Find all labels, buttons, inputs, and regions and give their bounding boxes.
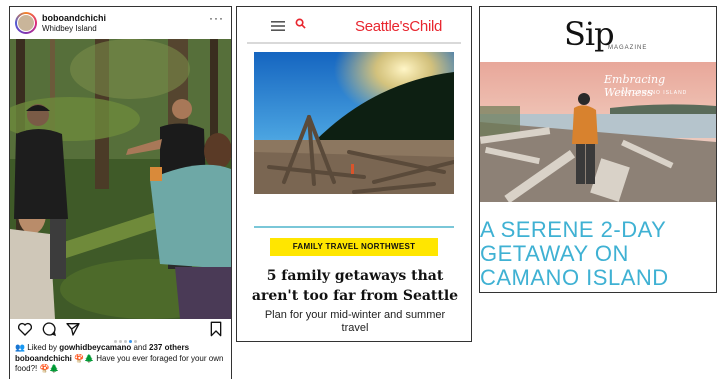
likes-count[interactable]: 237 others xyxy=(149,343,189,352)
section-divider xyxy=(254,226,454,228)
hamburger-menu-icon[interactable] xyxy=(271,21,285,31)
caption-username[interactable]: boboandchichi xyxy=(15,354,72,363)
post-caption: boboandchichi 🍄🌲 Have you ever foraged f… xyxy=(15,354,229,374)
bookmark-icon[interactable] xyxy=(209,321,223,337)
overlay-subtitle: ON CAMANO ISLAND xyxy=(621,90,688,96)
instagram-post: boboandchichi Whidbey Island ··· 👥 Liked… xyxy=(9,6,232,379)
article-headline[interactable]: A SERENE 2-DAY GETAWAY ON CAMANO ISLAND xyxy=(480,218,716,290)
post-actions xyxy=(10,321,231,343)
magazine-logo[interactable]: Sip xyxy=(564,15,615,53)
liker-username[interactable]: gowhidbeycamano xyxy=(59,343,131,352)
sip-magazine-article: Sip MAGAZINE Embracing Wellness ON CAMAN… xyxy=(479,6,717,293)
article-photo xyxy=(254,52,454,194)
site-logo[interactable]: Seattle'sChild xyxy=(355,18,442,35)
article-headline[interactable]: 5 family getaways that aren't too far fr… xyxy=(247,266,463,306)
magazine-logo-sub: MAGAZINE xyxy=(608,45,648,51)
seattles-child-article: Seattle'sChild FAMILY TRAVEL NORTHWEST 5… xyxy=(236,6,472,342)
avatar[interactable] xyxy=(15,12,37,34)
post-photo[interactable] xyxy=(10,39,231,319)
search-icon[interactable] xyxy=(295,18,306,29)
post-username[interactable]: boboandchichi xyxy=(42,13,106,23)
heart-icon[interactable] xyxy=(17,321,33,337)
header-divider xyxy=(247,42,461,44)
liker-avatars: 👥 xyxy=(15,343,28,352)
likes-line: 👥 Liked by gowhidbeycamano and 237 other… xyxy=(15,343,190,352)
post-header: boboandchichi Whidbey Island ··· xyxy=(10,7,231,39)
post-location[interactable]: Whidbey Island xyxy=(42,24,97,33)
share-icon[interactable] xyxy=(65,321,81,337)
category-tag[interactable]: FAMILY TRAVEL NORTHWEST xyxy=(270,238,438,256)
more-options-icon[interactable]: ··· xyxy=(209,11,224,25)
article-subhead: Plan for your mid-winter and summer trav… xyxy=(264,309,446,334)
comment-icon[interactable] xyxy=(41,321,57,337)
